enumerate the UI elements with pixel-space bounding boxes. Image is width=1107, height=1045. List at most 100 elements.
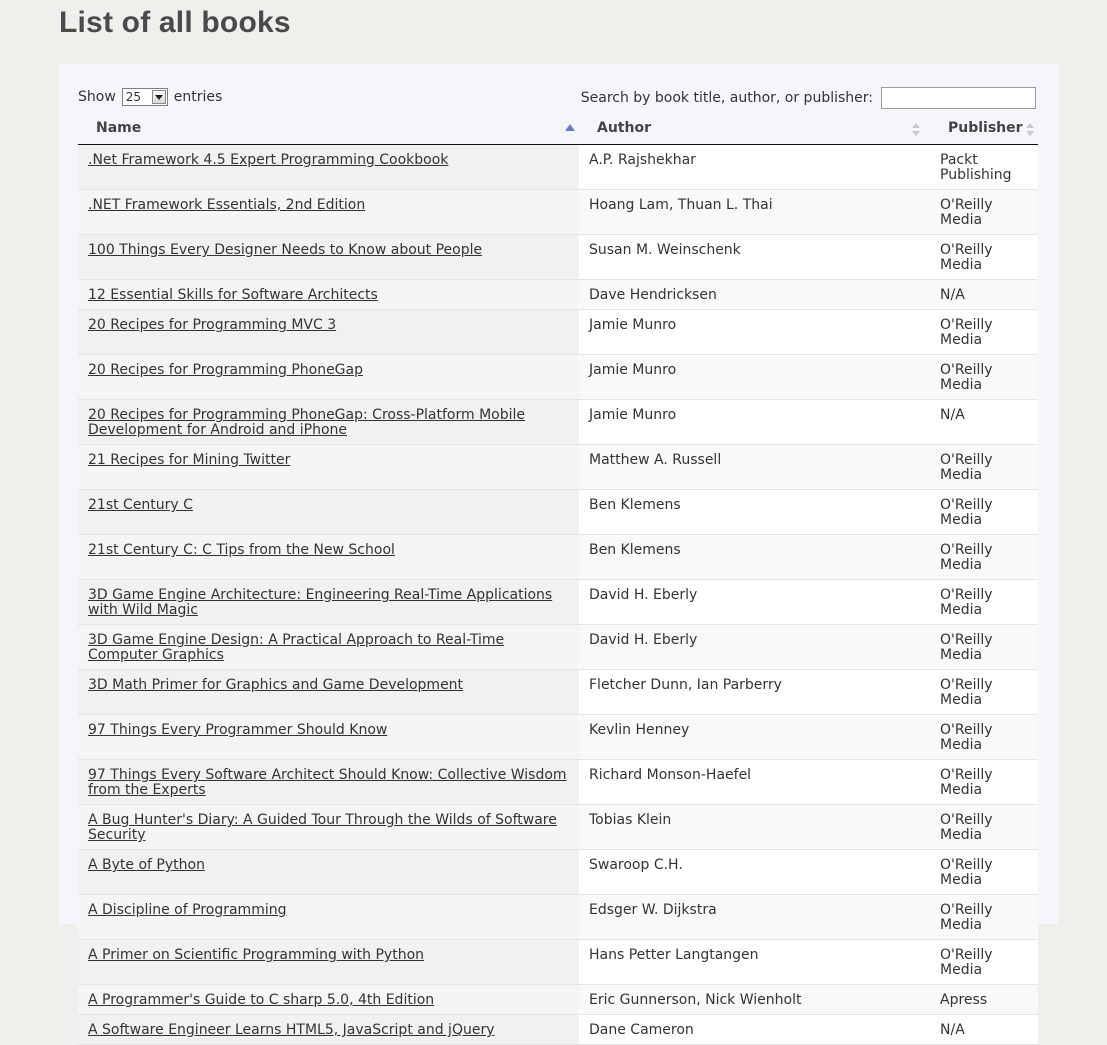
book-name-cell: .Net Framework 4.5 Expert Programming Co… — [78, 144, 579, 190]
book-author-cell: Kevlin Henney — [579, 714, 930, 760]
book-title-link[interactable]: A Primer on Scientific Programming with … — [88, 947, 424, 963]
book-title-link[interactable]: A Bug Hunter's Diary: A Guided Tour Thro… — [88, 812, 557, 843]
column-header-name-label: Name — [96, 120, 142, 136]
book-title-link[interactable]: 20 Recipes for Programming PhoneGap — [88, 362, 363, 378]
book-publisher-cell: O'Reilly Media — [930, 309, 1038, 355]
book-title-link[interactable]: .NET Framework Essentials, 2nd Edition — [88, 197, 365, 213]
book-name-cell: A Bug Hunter's Diary: A Guided Tour Thro… — [78, 804, 579, 850]
book-author-cell: Swaroop C.H. — [579, 849, 930, 895]
entries-select[interactable]: 25 — [121, 88, 168, 106]
book-author-cell: Tobias Klein — [579, 804, 930, 850]
books-table-body: .Net Framework 4.5 Expert Programming Co… — [78, 144, 1038, 1045]
book-author-cell: Richard Monson-Haefel — [579, 759, 930, 805]
book-name-cell: 21st Century C — [78, 489, 579, 535]
book-author-cell: Jamie Munro — [579, 309, 930, 355]
book-name-cell: 12 Essential Skills for Software Archite… — [78, 279, 579, 310]
book-author-cell: A.P. Rajshekhar — [579, 144, 930, 190]
book-name-cell: 97 Things Every Programmer Should Know — [78, 714, 579, 760]
book-title-link[interactable]: A Discipline of Programming — [88, 902, 286, 918]
table-row: 3D Math Primer for Graphics and Game Dev… — [78, 669, 1038, 715]
show-label: Show — [78, 89, 116, 105]
chevron-down-icon[interactable] — [151, 90, 166, 104]
book-author-cell: Ben Klemens — [579, 534, 930, 580]
book-publisher-cell: N/A — [930, 279, 1038, 310]
book-author-cell: Dane Cameron — [579, 1014, 930, 1045]
book-publisher-cell: O'Reilly Media — [930, 234, 1038, 280]
book-publisher-cell: O'Reilly Media — [930, 444, 1038, 490]
book-author-cell: Matthew A. Russell — [579, 444, 930, 490]
column-header-name[interactable]: Name — [78, 114, 579, 145]
book-title-link[interactable]: 20 Recipes for Programming PhoneGap: Cro… — [88, 407, 525, 438]
table-row: 20 Recipes for Programming PhoneGap Jami… — [78, 354, 1038, 400]
entries-label: entries — [173, 89, 223, 105]
table-row: A Bug Hunter's Diary: A Guided Tour Thro… — [78, 804, 1038, 850]
book-title-link[interactable]: A Programmer's Guide to C sharp 5.0, 4th… — [88, 992, 434, 1008]
book-author-cell: Fletcher Dunn, Ian Parberry — [579, 669, 930, 715]
book-title-link[interactable]: .Net Framework 4.5 Expert Programming Co… — [88, 152, 448, 168]
table-row: 97 Things Every Software Architect Shoul… — [78, 759, 1038, 805]
book-publisher-cell: O'Reilly Media — [930, 534, 1038, 580]
book-title-link[interactable]: 21st Century C: C Tips from the New Scho… — [88, 542, 395, 558]
search-filter: Search by book title, author, or publish… — [581, 86, 1036, 110]
table-row: 3D Game Engine Design: A Practical Appro… — [78, 624, 1038, 670]
book-title-link[interactable]: A Byte of Python — [88, 857, 205, 873]
book-name-cell: A Software Engineer Learns HTML5, JavaSc… — [78, 1014, 579, 1045]
search-input[interactable] — [881, 87, 1036, 109]
book-name-cell: .NET Framework Essentials, 2nd Edition — [78, 189, 579, 235]
table-row: A Software Engineer Learns HTML5, JavaSc… — [78, 1014, 1038, 1045]
book-author-cell: David H. Eberly — [579, 624, 930, 670]
column-header-publisher[interactable]: Publisher — [930, 114, 1038, 145]
table-controls: Show 25 entries Search by book title, au… — [78, 86, 1038, 112]
table-row: 100 Things Every Designer Needs to Know … — [78, 234, 1038, 280]
book-author-cell: Hans Petter Langtangen — [579, 939, 930, 985]
book-author-cell: Dave Hendricksen — [579, 279, 930, 310]
table-row: 21st Century C Ben Klemens O'Reilly Medi… — [78, 489, 1038, 535]
book-title-link[interactable]: 20 Recipes for Programming MVC 3 — [88, 317, 336, 333]
book-name-cell: 20 Recipes for Programming PhoneGap — [78, 354, 579, 400]
search-label: Search by book title, author, or publish… — [580, 90, 873, 106]
book-publisher-cell: O'Reilly Media — [930, 804, 1038, 850]
book-publisher-cell: O'Reilly Media — [930, 894, 1038, 940]
table-row: 3D Game Engine Architecture: Engineering… — [78, 579, 1038, 625]
table-header-row: Name Author Publisher — [78, 114, 1038, 145]
book-title-link[interactable]: 97 Things Every Software Architect Shoul… — [88, 767, 567, 798]
page-title: List of all books — [59, 6, 291, 39]
sort-ascending-icon — [565, 119, 575, 135]
book-title-link[interactable]: 21st Century C — [88, 497, 193, 513]
table-row: 21st Century C: C Tips from the New Scho… — [78, 534, 1038, 580]
table-row: 21 Recipes for Mining Twitter Matthew A.… — [78, 444, 1038, 490]
table-row: A Programmer's Guide to C sharp 5.0, 4th… — [78, 984, 1038, 1015]
table-row: A Byte of Python Swaroop C.H. O'Reilly M… — [78, 849, 1038, 895]
book-title-link[interactable]: 3D Math Primer for Graphics and Game Dev… — [88, 677, 463, 693]
book-title-link[interactable]: 97 Things Every Programmer Should Know — [88, 722, 387, 738]
book-author-cell: Jamie Munro — [579, 399, 930, 445]
book-publisher-cell: O'Reilly Media — [930, 669, 1038, 715]
book-name-cell: 21st Century C: C Tips from the New Scho… — [78, 534, 579, 580]
books-table: Name Author Publisher .Net Framework 4.5… — [78, 114, 1038, 1045]
column-header-publisher-label: Publisher — [948, 120, 1023, 136]
book-name-cell: 21 Recipes for Mining Twitter — [78, 444, 579, 490]
book-publisher-cell: O'Reilly Media — [930, 939, 1038, 985]
book-name-cell: 3D Game Engine Architecture: Engineering… — [78, 579, 579, 625]
book-title-link[interactable]: 21 Recipes for Mining Twitter — [88, 452, 290, 468]
book-author-cell: Hoang Lam, Thuan L. Thai — [579, 189, 930, 235]
book-author-cell: Ben Klemens — [579, 489, 930, 535]
table-row: .NET Framework Essentials, 2nd Edition H… — [78, 189, 1038, 235]
book-publisher-cell: O'Reilly Media — [930, 849, 1038, 895]
table-row: 97 Things Every Programmer Should Know K… — [78, 714, 1038, 760]
book-title-link[interactable]: A Software Engineer Learns HTML5, JavaSc… — [88, 1022, 495, 1038]
book-publisher-cell: O'Reilly Media — [930, 624, 1038, 670]
book-publisher-cell: O'Reilly Media — [930, 759, 1038, 805]
book-publisher-cell: O'Reilly Media — [930, 579, 1038, 625]
book-author-cell: Edsger W. Dijkstra — [579, 894, 930, 940]
book-title-link[interactable]: 100 Things Every Designer Needs to Know … — [88, 242, 482, 258]
column-header-author[interactable]: Author — [579, 114, 930, 145]
book-name-cell: A Discipline of Programming — [78, 894, 579, 940]
book-publisher-cell: Packt Publishing — [930, 144, 1038, 190]
book-title-link[interactable]: 12 Essential Skills for Software Archite… — [88, 287, 378, 303]
entries-select-value: 25 — [125, 90, 142, 104]
book-name-cell: A Primer on Scientific Programming with … — [78, 939, 579, 985]
book-title-link[interactable]: 3D Game Engine Architecture: Engineering… — [88, 587, 552, 618]
book-title-link[interactable]: 3D Game Engine Design: A Practical Appro… — [88, 632, 504, 663]
book-name-cell: A Programmer's Guide to C sharp 5.0, 4th… — [78, 984, 579, 1015]
